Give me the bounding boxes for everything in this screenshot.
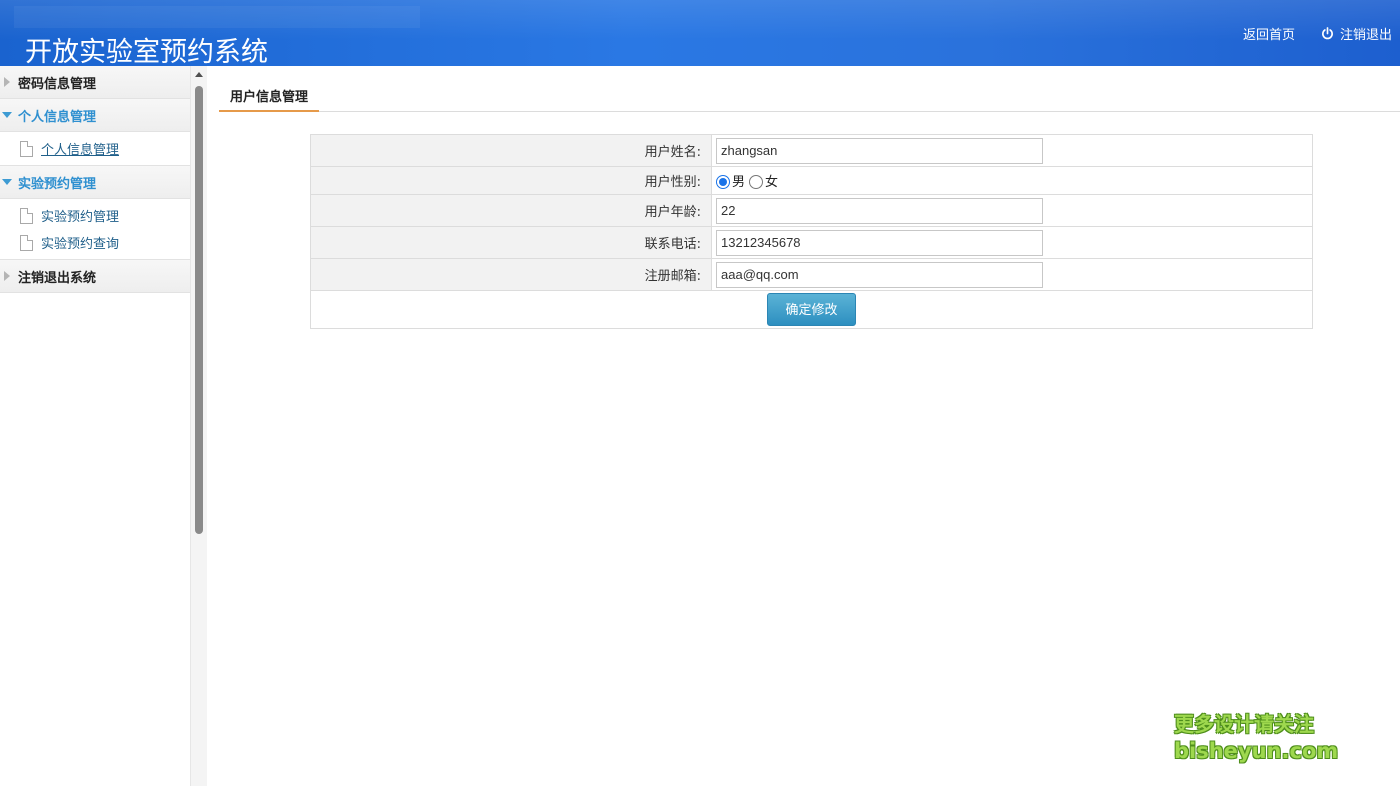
- gender-female-radio[interactable]: [749, 174, 764, 189]
- logout-link[interactable]: 注销退出: [1321, 24, 1392, 43]
- email-label: 注册邮箱:: [310, 258, 712, 291]
- sidebar-group-password[interactable]: 密码信息管理: [0, 66, 190, 99]
- phone-input[interactable]: [716, 229, 1043, 256]
- sidebar-group-logout[interactable]: 注销退出系统: [0, 260, 190, 293]
- sidebar-group-label: 实验预约管理: [18, 176, 97, 192]
- logout-link-label: 注销退出: [1339, 28, 1392, 43]
- confirm-modify-button[interactable]: 确定修改: [767, 293, 856, 326]
- collapsed-arrow-icon: [2, 76, 14, 88]
- power-icon: [1322, 27, 1333, 40]
- email-input[interactable]: [716, 261, 1043, 288]
- expanded-arrow-icon: [2, 109, 14, 121]
- main-content: 用户信息管理 用户姓名: 用户性别: 男 女 用户年龄:: [207, 66, 1400, 786]
- watermark: 更多设计请关注 bisheyun.com: [1174, 708, 1339, 763]
- collapsed-arrow-icon: [2, 270, 14, 282]
- name-label: 用户姓名:: [310, 134, 712, 167]
- sidebar-items-personal-info: 个人信息管理: [0, 132, 190, 166]
- gender-male-label: 男: [732, 175, 746, 190]
- home-link[interactable]: 返回首页: [1243, 24, 1295, 43]
- age-input[interactable]: [716, 197, 1043, 224]
- header-bar: 开放实验室预约系统 返回首页 注销退出: [0, 0, 1400, 66]
- sidebar-item-label: 个人信息管理: [41, 143, 120, 158]
- gender-radio-group: 男 女: [716, 171, 1312, 190]
- gender-female-label: 女: [765, 175, 779, 190]
- header-links: 返回首页 注销退出: [1243, 24, 1392, 43]
- tab-user-info[interactable]: 用户信息管理: [219, 82, 320, 112]
- sidebar-scrollbar[interactable]: [191, 66, 207, 786]
- tab-strip: 用户信息管理: [219, 82, 1400, 112]
- document-icon: [20, 140, 33, 157]
- name-input[interactable]: [716, 137, 1043, 164]
- user-info-form: 用户姓名: 用户性别: 男 女 用户年龄: 联系电话:: [310, 134, 1313, 329]
- gender-male-radio[interactable]: [716, 174, 730, 189]
- sidebar-item-label: 实验预约查询: [41, 237, 120, 252]
- sidebar-item-booking-manage[interactable]: 实验预约管理: [0, 202, 190, 229]
- scroll-up-arrow-icon[interactable]: [195, 72, 203, 77]
- document-icon: [20, 207, 33, 224]
- sidebar-group-experiment-booking[interactable]: 实验预约管理: [0, 166, 190, 199]
- expanded-arrow-icon: [2, 176, 14, 188]
- sidebar-item-booking-query[interactable]: 实验预约查询: [0, 229, 190, 256]
- sidebar-group-label: 密码信息管理: [18, 76, 97, 92]
- sidebar-items-experiment-booking: 实验预约管理 实验预约查询: [0, 199, 190, 260]
- header-band: [14, 6, 420, 28]
- watermark-line1: 更多设计请关注: [1174, 712, 1314, 736]
- sidebar-group-label: 注销退出系统: [18, 270, 97, 286]
- sidebar: 密码信息管理 个人信息管理 个人信息管理 实验预约管理 实验预约管理 实验预约查…: [0, 66, 191, 786]
- sidebar-group-label: 个人信息管理: [18, 109, 97, 125]
- sidebar-group-personal-info[interactable]: 个人信息管理: [0, 99, 190, 132]
- phone-label: 联系电话:: [310, 226, 712, 259]
- watermark-line2: bisheyun.com: [1174, 739, 1339, 763]
- gender-label: 用户性别:: [310, 166, 712, 195]
- app-title: 开放实验室预约系统: [25, 37, 268, 66]
- sidebar-item-label: 实验预约管理: [41, 210, 120, 225]
- scrollbar-thumb[interactable]: [195, 86, 203, 534]
- document-icon: [20, 234, 33, 251]
- age-label: 用户年龄:: [310, 194, 712, 227]
- home-link-label: 返回首页: [1242, 28, 1295, 43]
- sidebar-item-personal-info[interactable]: 个人信息管理: [0, 135, 190, 162]
